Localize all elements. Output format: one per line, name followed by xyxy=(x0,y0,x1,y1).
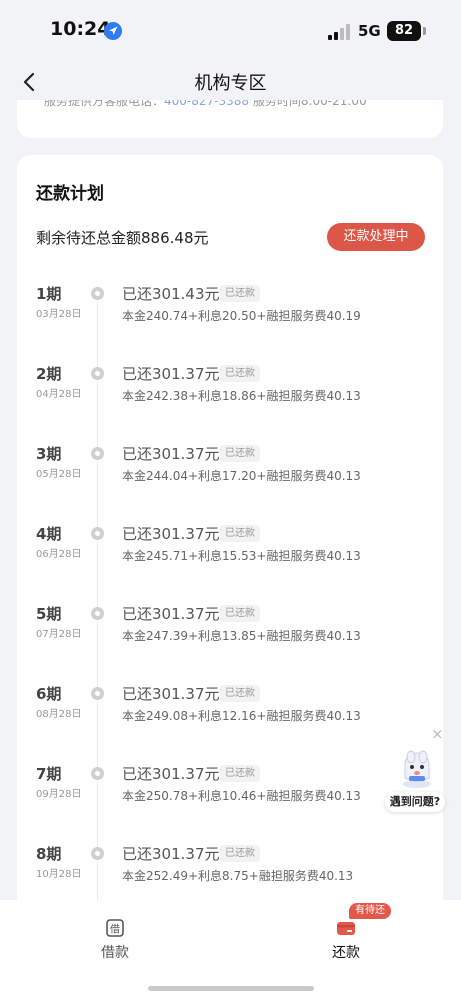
period-item[interactable]: 6期 08月28日 已还301.37元 已还款 本金249.08+利息12.16… xyxy=(17,683,443,763)
location-arrow-icon xyxy=(104,22,122,40)
period-label: 7期 xyxy=(36,765,62,783)
period-date: 04月28日 xyxy=(36,389,82,400)
timeline-dot xyxy=(91,367,104,380)
period-label: 8期 xyxy=(36,845,62,863)
period-label: 3期 xyxy=(36,445,62,463)
wallet-icon xyxy=(337,922,355,935)
period-amount: 已还301.37元 xyxy=(122,845,220,863)
period-amount: 已还301.37元 xyxy=(122,445,220,463)
plan-title: 还款计划 xyxy=(36,184,104,204)
borrow-doc-icon: 借 xyxy=(106,919,124,937)
tab-repay-label: 还款 xyxy=(332,945,360,961)
period-date: 09月28日 xyxy=(36,789,82,800)
page-title: 机构专区 xyxy=(194,73,267,94)
period-amount: 已还301.37元 xyxy=(122,525,220,543)
period-detail: 本金244.04+利息17.20+融担服务费40.13 xyxy=(122,469,361,483)
service-info-suffix: 服务时间8:00-21:00 xyxy=(249,100,367,108)
period-detail: 本金249.08+利息12.16+融担服务费40.13 xyxy=(122,709,361,723)
timeline-dot xyxy=(91,287,104,300)
tab-repay[interactable]: 有待还 还款 xyxy=(286,903,406,968)
paid-badge: 已还款 xyxy=(220,285,260,302)
period-amount: 已还301.37元 xyxy=(122,685,220,703)
period-date: 05月28日 xyxy=(36,469,82,480)
mascot-icon[interactable] xyxy=(397,748,437,788)
period-detail: 本金250.78+利息10.46+融担服务费40.13 xyxy=(122,789,361,803)
service-phone-link[interactable]: 400-827-3388 xyxy=(164,100,249,108)
period-label: 4期 xyxy=(36,525,62,543)
paid-badge: 已还款 xyxy=(220,685,260,702)
period-date: 08月28日 xyxy=(36,709,82,720)
service-info-prefix: 服务提供方客服电话： xyxy=(44,100,165,108)
period-item[interactable]: 5期 07月28日 已还301.37元 已还款 本金247.39+利息13.85… xyxy=(17,603,443,683)
repayment-plan-card: 还款计划 剩余待还总金额886.48元 还款处理中 1期 03月28日 已还30… xyxy=(17,155,443,915)
home-indicator xyxy=(148,986,314,991)
paid-badge: 已还款 xyxy=(220,765,260,782)
period-label: 2期 xyxy=(36,365,62,383)
period-item[interactable]: 7期 09月28日 已还301.37元 已还款 本金250.78+利息10.46… xyxy=(17,763,443,843)
borrow-icon-char: 借 xyxy=(110,924,120,936)
period-label: 1期 xyxy=(36,285,62,303)
period-detail: 本金240.74+利息20.50+融担服务费40.19 xyxy=(122,309,361,323)
network-type: 5G xyxy=(358,22,381,40)
timeline-dot xyxy=(91,607,104,620)
period-amount: 已还301.43元 xyxy=(122,285,220,303)
battery-icon: 82 xyxy=(387,21,421,41)
status-time: 10:24 xyxy=(50,18,111,40)
paid-badge: 已还款 xyxy=(220,445,260,462)
pending-repay-badge: 有待还 xyxy=(349,903,391,919)
period-date: 03月28日 xyxy=(36,309,82,320)
cellular-signal-icon xyxy=(328,24,350,40)
period-item[interactable]: 3期 05月28日 已还301.37元 已还款 本金244.04+利息17.20… xyxy=(17,443,443,523)
helper-close-icon[interactable]: × xyxy=(431,725,444,743)
period-amount: 已还301.37元 xyxy=(122,605,220,623)
timeline-dot xyxy=(91,767,104,780)
paid-badge: 已还款 xyxy=(220,525,260,542)
helper-label[interactable]: 遇到问题? xyxy=(385,792,445,812)
status-bar: 10:24 5G 82 xyxy=(0,0,461,60)
paid-badge: 已还款 xyxy=(220,845,260,862)
period-date: 10月28日 xyxy=(36,869,82,880)
timeline-dot xyxy=(91,447,104,460)
timeline-dot xyxy=(91,847,104,860)
period-item[interactable]: 1期 03月28日 已还301.43元 已还款 本金240.74+利息20.50… xyxy=(17,283,443,363)
timeline-dot xyxy=(91,527,104,540)
period-detail: 本金247.39+利息13.85+融担服务费40.13 xyxy=(122,629,361,643)
service-info-line: 服务提供方客服电话：400-827-3388 服务时间8:00-21:00 xyxy=(44,100,367,109)
tab-borrow-label: 借款 xyxy=(101,945,129,961)
period-item[interactable]: 2期 04月28日 已还301.37元 已还款 本金242.38+利息18.86… xyxy=(17,363,443,443)
period-detail: 本金245.71+利息15.53+融担服务费40.13 xyxy=(122,549,361,563)
period-date: 06月28日 xyxy=(36,549,82,560)
battery-cap xyxy=(423,27,426,35)
remaining-label: 剩余待还总金额 xyxy=(36,229,142,247)
period-amount: 已还301.37元 xyxy=(122,365,220,383)
remaining-total: 剩余待还总金额886.48元 xyxy=(36,227,209,248)
paid-badge: 已还款 xyxy=(220,605,260,622)
service-info-card: 服务提供方客服电话：400-827-3388 服务时间8:00-21:00 xyxy=(17,100,443,138)
tab-borrow[interactable]: 借 借款 xyxy=(55,908,175,968)
period-label: 5期 xyxy=(36,605,62,623)
repayment-status-button[interactable]: 还款处理中 xyxy=(327,223,425,251)
period-date: 07月28日 xyxy=(36,629,82,640)
nav-bar: 机构专区 xyxy=(0,60,461,104)
paid-badge: 已还款 xyxy=(220,365,260,382)
period-detail: 本金252.49+利息8.75+融担服务费40.13 xyxy=(122,869,354,883)
period-amount: 已还301.37元 xyxy=(122,765,220,783)
remaining-unit: 元 xyxy=(193,229,209,247)
period-label: 6期 xyxy=(36,685,62,703)
tab-bar: 借 借款 有待还 还款 xyxy=(0,900,461,1000)
period-detail: 本金242.38+利息18.86+融担服务费40.13 xyxy=(122,389,361,403)
remaining-amount: 886.48 xyxy=(141,229,194,247)
timeline-dot xyxy=(91,687,104,700)
period-item[interactable]: 4期 06月28日 已还301.37元 已还款 本金245.71+利息15.53… xyxy=(17,523,443,603)
